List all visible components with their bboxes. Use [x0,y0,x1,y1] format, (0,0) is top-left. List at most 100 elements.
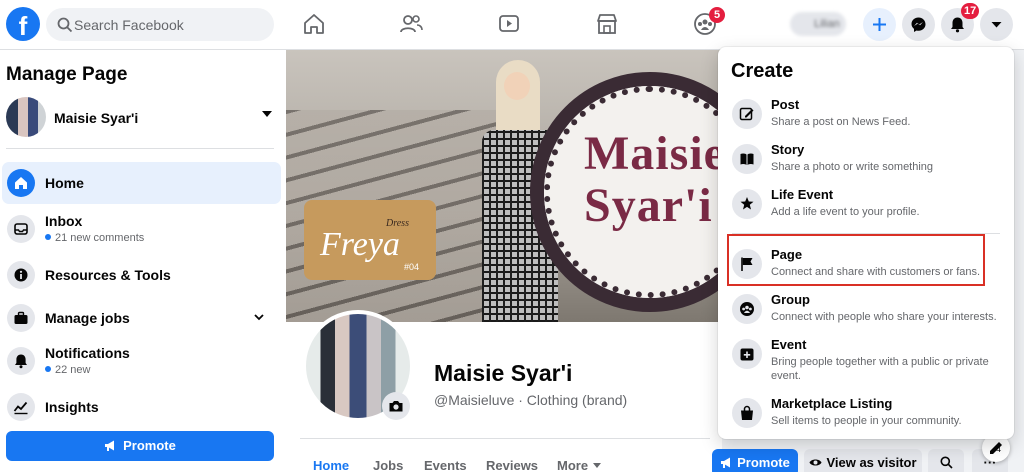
profile-name: Lilian [814,18,840,30]
sidebar-item-insights[interactable]: Insights [2,386,281,428]
sidebar-item-label: Insights [45,399,99,415]
tab-home[interactable]: Home [313,458,349,472]
manage-page-sidebar: Manage Page Maisie Syar'i Home Inbox 21 … [0,50,286,472]
sidebar-item-resources-tools[interactable]: Resources & Tools [2,254,281,296]
menu-item-desc: Bring people together with a public or p… [771,356,989,382]
caret-down-icon [991,22,1002,28]
calendar-plus-icon [732,339,762,369]
create-story-item[interactable]: Story Share a photo or write something [726,140,1006,184]
menu-item-desc: Share a photo or write something [771,161,934,173]
sidebar-item-home[interactable]: Home [2,162,281,204]
update-photo-button[interactable] [382,392,410,420]
sidebar-divider [6,148,274,149]
notifications-sub-label: 22 new [45,364,90,376]
menu-item-title: Life Event [771,187,834,202]
tabs-divider [300,438,710,439]
page-title: Maisie Syar'i [434,360,573,386]
page-search-button[interactable] [928,449,964,472]
notifications-badge: 17 [961,3,980,19]
cover-photo[interactable]: Dress Freya #04 Maisie Syar'i [286,50,722,322]
book-icon [732,144,762,174]
sidebar-title: Manage Page [6,64,128,85]
bell-icon [951,17,964,33]
tab-events[interactable]: Events [424,458,467,472]
menu-item-title: Post [771,97,800,112]
messenger-button[interactable] [902,8,935,41]
sidebar-item-label: Resources & Tools [45,267,171,283]
sidebar-item-label: Manage jobs [45,310,130,326]
group-icon [732,294,762,324]
search-icon [57,17,73,33]
page-avatar [6,97,46,137]
page-item-highlight-box [727,234,985,286]
chevron-down-icon[interactable] [253,311,265,323]
sidebar-item-label: Home [45,175,84,191]
shopping-bag-icon [732,398,762,428]
sidebar-item-label: Notifications [45,345,130,361]
view-as-visitor-button[interactable]: View as visitor [804,449,922,472]
page-name: Maisie Syar'i [54,110,139,126]
search-box[interactable] [46,8,274,41]
menu-item-title: Group [771,292,810,307]
search-input[interactable] [74,8,264,41]
cover-pillow: Dress Freya #04 [304,200,436,280]
sidebar-item-label: Inbox [45,213,83,229]
eye-icon [809,459,822,466]
dress-number: #04 [404,262,420,272]
tab-reviews[interactable]: Reviews [486,458,538,472]
sidebar-item-manage-jobs[interactable]: Manage jobs [2,297,281,339]
home-icon [7,169,35,197]
create-marketplace-listing-item[interactable]: Marketplace Listing Sell items to people… [726,394,1006,438]
bell-icon [7,347,35,375]
sidebar-item-notifications[interactable]: Notifications 22 new [2,340,281,382]
friends-icon[interactable] [398,11,424,37]
messenger-icon [911,17,926,32]
caret-down-icon [593,463,602,468]
menu-item-desc: Share a post on News Feed. [771,116,911,128]
megaphone-icon [105,440,115,451]
marketplace-icon[interactable] [594,11,620,37]
promote-label: Promote [123,438,176,453]
search-icon [940,456,953,469]
menu-item-desc: Add a life event to your profile. [771,206,920,218]
inbox-sub-label: 21 new comments [45,232,144,244]
inbox-icon [7,215,35,243]
sidebar-promote-button[interactable]: Promote [6,431,274,461]
sidebar-item-inbox[interactable]: Inbox 21 new comments [2,208,281,250]
menu-item-title: Marketplace Listing [771,396,893,411]
insights-icon [7,393,35,421]
menu-item-title: Story [771,142,805,157]
account-menu-button[interactable] [980,8,1013,41]
create-menu: Create Post Share a post on News Feed. S… [718,47,1014,439]
menu-item-desc: Sell items to people in your community. [771,415,962,427]
brand-logo-text: Maisie Syar'i [584,127,722,232]
create-group-item[interactable]: Group Connect with people who share your… [726,290,1006,334]
create-life-event-item[interactable]: Life Event Add a life event to your prof… [726,185,1006,229]
page-switcher[interactable]: Maisie Syar'i [6,97,276,139]
groups-badge: 5 [709,7,725,23]
caret-down-icon [262,111,272,117]
tab-jobs[interactable]: Jobs [373,458,403,472]
briefcase-icon [7,304,35,332]
camera-icon [389,401,403,412]
facebook-logo[interactable]: f [6,7,40,41]
tab-more[interactable]: More [557,458,602,472]
megaphone-icon [721,457,731,468]
top-navigation-bar: f 5 Lilian 17 [0,0,1024,50]
dress-name: Freya [320,226,400,263]
promote-button[interactable]: Promote [712,449,798,472]
menu-item-title: Event [771,337,807,352]
create-menu-title: Create [731,60,794,82]
plus-icon [873,18,886,31]
create-event-item[interactable]: Event Bring people together with a publi… [726,335,1006,382]
create-button[interactable] [863,8,896,41]
create-post-item[interactable]: Post Share a post on News Feed. [726,95,1006,139]
page-handle: @Maisieluve · Clothing (brand) [434,392,628,408]
edit-icon [732,99,762,129]
chat-count: 4 [996,444,1002,454]
home-icon[interactable] [301,11,327,37]
star-icon [732,189,762,219]
menu-item-desc: Connect with people who share your inter… [771,311,997,323]
profile-chip[interactable]: Lilian [790,12,846,36]
watch-icon[interactable] [496,11,522,37]
